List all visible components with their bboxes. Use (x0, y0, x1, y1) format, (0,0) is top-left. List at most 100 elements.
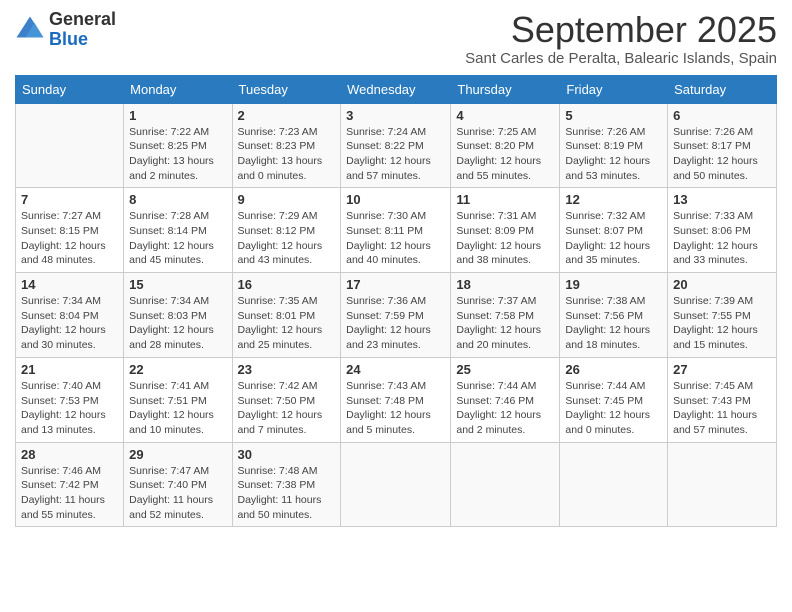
day-number: 7 (21, 192, 118, 207)
weekday-header-saturday: Saturday (668, 75, 777, 103)
week-row-2: 7 Sunrise: 7:27 AMSunset: 8:15 PMDaylight… (16, 188, 777, 273)
day-number: 5 (565, 108, 662, 123)
day-detail: Sunrise: 7:28 AMSunset: 8:14 PMDaylight:… (129, 209, 226, 268)
day-cell (560, 442, 668, 527)
day-cell: 27 Sunrise: 7:45 AMSunset: 7:43 PMDayligh… (668, 357, 777, 442)
day-detail: Sunrise: 7:22 AMSunset: 8:25 PMDaylight:… (129, 125, 226, 184)
day-cell: 5 Sunrise: 7:26 AMSunset: 8:19 PMDaylight… (560, 103, 668, 188)
day-cell: 19 Sunrise: 7:38 AMSunset: 7:56 PMDayligh… (560, 273, 668, 358)
weekday-header-friday: Friday (560, 75, 668, 103)
day-number: 16 (238, 277, 336, 292)
day-cell: 14 Sunrise: 7:34 AMSunset: 8:04 PMDayligh… (16, 273, 124, 358)
day-number: 15 (129, 277, 226, 292)
day-cell: 17 Sunrise: 7:36 AMSunset: 7:59 PMDayligh… (341, 273, 451, 358)
day-cell: 26 Sunrise: 7:44 AMSunset: 7:45 PMDayligh… (560, 357, 668, 442)
day-cell: 8 Sunrise: 7:28 AMSunset: 8:14 PMDaylight… (124, 188, 232, 273)
day-number: 1 (129, 108, 226, 123)
day-number: 23 (238, 362, 336, 377)
day-detail: Sunrise: 7:27 AMSunset: 8:15 PMDaylight:… (21, 209, 118, 268)
day-number: 2 (238, 108, 336, 123)
day-number: 8 (129, 192, 226, 207)
day-cell: 4 Sunrise: 7:25 AMSunset: 8:20 PMDaylight… (451, 103, 560, 188)
day-detail: Sunrise: 7:25 AMSunset: 8:20 PMDaylight:… (456, 125, 554, 184)
day-cell: 22 Sunrise: 7:41 AMSunset: 7:51 PMDayligh… (124, 357, 232, 442)
day-detail: Sunrise: 7:42 AMSunset: 7:50 PMDaylight:… (238, 379, 336, 438)
day-detail: Sunrise: 7:35 AMSunset: 8:01 PMDaylight:… (238, 294, 336, 353)
day-cell: 23 Sunrise: 7:42 AMSunset: 7:50 PMDayligh… (232, 357, 341, 442)
day-cell (451, 442, 560, 527)
weekday-header-row: SundayMondayTuesdayWednesdayThursdayFrid… (16, 75, 777, 103)
day-cell: 28Sunrise: 7:46 AMSunset: 7:42 PMDayligh… (16, 442, 124, 527)
day-cell: 25 Sunrise: 7:44 AMSunset: 7:46 PMDayligh… (451, 357, 560, 442)
day-detail: Sunrise: 7:46 AMSunset: 7:42 PMDaylight:… (21, 464, 118, 523)
day-number: 18 (456, 277, 554, 292)
logo-blue-text: Blue (49, 30, 116, 50)
weekday-header-wednesday: Wednesday (341, 75, 451, 103)
title-block: September 2025 Sant Carles de Peralta, B… (465, 10, 777, 67)
day-detail: Sunrise: 7:41 AMSunset: 7:51 PMDaylight:… (129, 379, 226, 438)
day-number: 25 (456, 362, 554, 377)
day-cell: 16 Sunrise: 7:35 AMSunset: 8:01 PMDayligh… (232, 273, 341, 358)
day-detail: Sunrise: 7:45 AMSunset: 7:43 PMDaylight:… (673, 379, 771, 438)
day-detail: Sunrise: 7:44 AMSunset: 7:45 PMDaylight:… (565, 379, 662, 438)
day-detail: Sunrise: 7:26 AMSunset: 8:19 PMDaylight:… (565, 125, 662, 184)
week-row-1: 1 Sunrise: 7:22 AMSunset: 8:25 PMDaylight… (16, 103, 777, 188)
location-title: Sant Carles de Peralta, Balearic Islands… (465, 50, 777, 67)
day-number: 29 (129, 447, 226, 462)
day-detail: Sunrise: 7:38 AMSunset: 7:56 PMDaylight:… (565, 294, 662, 353)
day-detail: Sunrise: 7:32 AMSunset: 8:07 PMDaylight:… (565, 209, 662, 268)
weekday-header-tuesday: Tuesday (232, 75, 341, 103)
day-number: 6 (673, 108, 771, 123)
day-cell: 1 Sunrise: 7:22 AMSunset: 8:25 PMDaylight… (124, 103, 232, 188)
day-cell: 10Sunrise: 7:30 AMSunset: 8:11 PMDayligh… (341, 188, 451, 273)
day-detail: Sunrise: 7:47 AMSunset: 7:40 PMDaylight:… (129, 464, 226, 523)
page-header: General Blue September 2025 Sant Carles … (15, 10, 777, 67)
logo-text: General Blue (49, 10, 116, 50)
day-detail: Sunrise: 7:23 AMSunset: 8:23 PMDaylight:… (238, 125, 336, 184)
day-cell: 15 Sunrise: 7:34 AMSunset: 8:03 PMDayligh… (124, 273, 232, 358)
day-detail: Sunrise: 7:39 AMSunset: 7:55 PMDaylight:… (673, 294, 771, 353)
day-detail: Sunrise: 7:34 AMSunset: 8:03 PMDaylight:… (129, 294, 226, 353)
day-number: 26 (565, 362, 662, 377)
day-cell (16, 103, 124, 188)
day-cell: 2 Sunrise: 7:23 AMSunset: 8:23 PMDaylight… (232, 103, 341, 188)
day-number: 20 (673, 277, 771, 292)
day-detail: Sunrise: 7:48 AMSunset: 7:38 PMDaylight:… (238, 464, 336, 523)
day-number: 14 (21, 277, 118, 292)
logo: General Blue (15, 10, 116, 50)
weekday-header-monday: Monday (124, 75, 232, 103)
day-cell (668, 442, 777, 527)
calendar-table: SundayMondayTuesdayWednesdayThursdayFrid… (15, 75, 777, 528)
day-detail: Sunrise: 7:34 AMSunset: 8:04 PMDaylight:… (21, 294, 118, 353)
day-cell: 12Sunrise: 7:32 AMSunset: 8:07 PMDayligh… (560, 188, 668, 273)
day-cell (341, 442, 451, 527)
day-number: 27 (673, 362, 771, 377)
week-row-5: 28Sunrise: 7:46 AMSunset: 7:42 PMDayligh… (16, 442, 777, 527)
day-number: 17 (346, 277, 445, 292)
day-detail: Sunrise: 7:30 AMSunset: 8:11 PMDaylight:… (346, 209, 445, 268)
day-number: 24 (346, 362, 445, 377)
day-cell: 9Sunrise: 7:29 AMSunset: 8:12 PMDaylight… (232, 188, 341, 273)
day-number: 22 (129, 362, 226, 377)
day-detail: Sunrise: 7:43 AMSunset: 7:48 PMDaylight:… (346, 379, 445, 438)
weekday-header-sunday: Sunday (16, 75, 124, 103)
day-cell: 24 Sunrise: 7:43 AMSunset: 7:48 PMDayligh… (341, 357, 451, 442)
day-number: 19 (565, 277, 662, 292)
day-cell: 7 Sunrise: 7:27 AMSunset: 8:15 PMDaylight… (16, 188, 124, 273)
day-detail: Sunrise: 7:36 AMSunset: 7:59 PMDaylight:… (346, 294, 445, 353)
day-cell: 3 Sunrise: 7:24 AMSunset: 8:22 PMDaylight… (341, 103, 451, 188)
weekday-header-thursday: Thursday (451, 75, 560, 103)
day-number: 4 (456, 108, 554, 123)
day-detail: Sunrise: 7:24 AMSunset: 8:22 PMDaylight:… (346, 125, 445, 184)
day-cell: 11Sunrise: 7:31 AMSunset: 8:09 PMDayligh… (451, 188, 560, 273)
day-detail: Sunrise: 7:44 AMSunset: 7:46 PMDaylight:… (456, 379, 554, 438)
logo-general-text: General (49, 10, 116, 30)
day-cell: 18Sunrise: 7:37 AMSunset: 7:58 PMDayligh… (451, 273, 560, 358)
logo-icon (15, 15, 45, 45)
day-cell: 29 Sunrise: 7:47 AMSunset: 7:40 PMDayligh… (124, 442, 232, 527)
day-detail: Sunrise: 7:31 AMSunset: 8:09 PMDaylight:… (456, 209, 554, 268)
day-number: 13 (673, 192, 771, 207)
day-number: 3 (346, 108, 445, 123)
week-row-4: 21Sunrise: 7:40 AMSunset: 7:53 PMDayligh… (16, 357, 777, 442)
week-row-3: 14 Sunrise: 7:34 AMSunset: 8:04 PMDayligh… (16, 273, 777, 358)
